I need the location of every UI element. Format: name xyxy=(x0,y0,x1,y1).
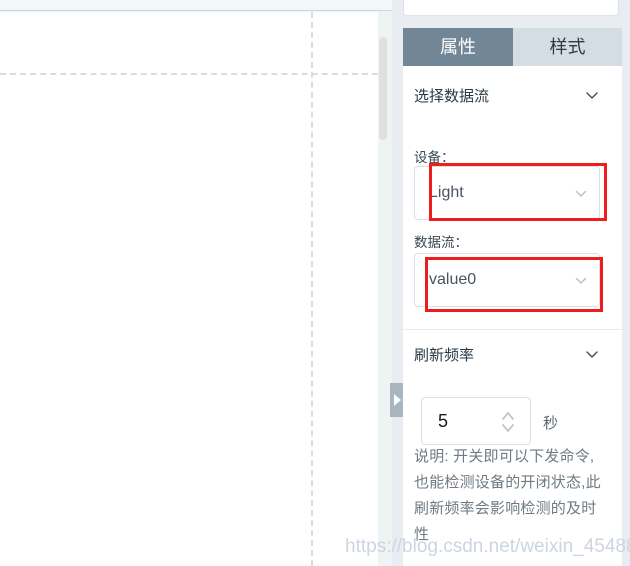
tab-styles[interactable]: 样式 xyxy=(513,28,622,66)
canvas-guide-vertical xyxy=(311,12,313,566)
canvas-scrollbar-track[interactable] xyxy=(379,12,390,566)
panel-content-card: 选择数据流 设备： Light 数据流： value0 刷新频率 5 秒 说明:… xyxy=(403,66,622,566)
panel-scrollbar-track[interactable] xyxy=(622,66,630,566)
canvas-top-strip xyxy=(0,0,392,11)
refresh-frequency-unit: 秒 xyxy=(543,415,559,432)
datastream-select-value: value0 xyxy=(429,271,477,288)
canvas-scrollbar-thumb[interactable] xyxy=(379,37,387,140)
section-title-datastream: 选择数据流 xyxy=(414,87,490,105)
panel-top-card xyxy=(403,0,619,16)
refresh-frequency-input[interactable]: 5 xyxy=(421,397,531,445)
canvas-sheet[interactable] xyxy=(0,12,378,566)
datastream-field-label: 数据流： xyxy=(414,235,468,250)
device-field-label: 设备： xyxy=(414,150,455,165)
section-header-datastream[interactable]: 选择数据流 xyxy=(414,82,600,108)
panel-tabs: 属性 样式 xyxy=(403,28,622,66)
chevron-down-icon xyxy=(584,87,600,103)
number-stepper[interactable] xyxy=(500,407,516,437)
section-divider xyxy=(403,329,622,330)
canvas-guide-horizontal xyxy=(0,73,378,75)
properties-panel: 属性 样式 选择数据流 设备： Light 数据流： value0 刷新频率 5… xyxy=(392,0,630,566)
refresh-frequency-value: 5 xyxy=(438,410,449,431)
section-header-refresh[interactable]: 刷新频率 xyxy=(414,341,600,367)
canvas-area[interactable] xyxy=(0,0,392,566)
chevron-down-icon xyxy=(573,272,589,288)
chevron-down-icon xyxy=(584,346,600,362)
section-title-refresh: 刷新频率 xyxy=(414,346,475,364)
panel-collapse-handle[interactable] xyxy=(390,383,403,417)
chevron-right-icon xyxy=(394,394,401,406)
tab-properties[interactable]: 属性 xyxy=(403,28,513,66)
device-select[interactable]: Light xyxy=(414,166,600,220)
chevron-down-icon xyxy=(573,185,589,201)
device-select-value: Light xyxy=(429,184,464,201)
datastream-select[interactable]: value0 xyxy=(414,253,600,307)
refresh-frequency-description: 说明: 开关即可以下发命令,也能检测设备的开闭状态,此刷新频率会影响检测的及时性 xyxy=(414,448,601,543)
